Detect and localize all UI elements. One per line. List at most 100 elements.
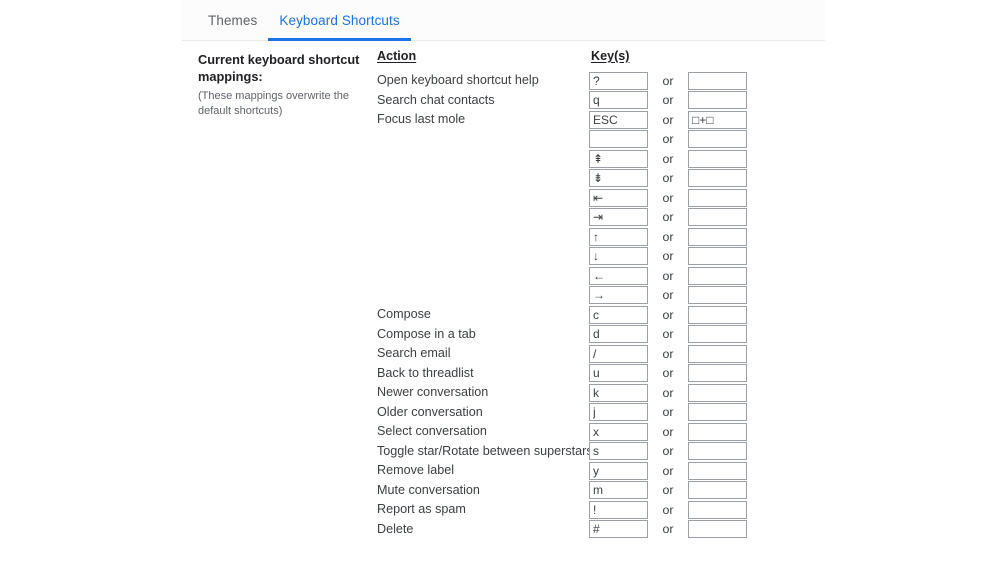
shortcut-or-label: or: [662, 385, 674, 400]
shortcut-key-alternate-input[interactable]: [688, 422, 747, 441]
shortcut-row: or: [377, 227, 817, 247]
shortcut-key-alternate-input[interactable]: [688, 442, 747, 461]
shortcut-row: Newer conversation or: [377, 383, 817, 403]
shortcut-key-alternate-input[interactable]: [688, 227, 747, 246]
shortcut-or-label: or: [662, 210, 674, 225]
tab-keyboard-shortcuts[interactable]: Keyboard Shortcuts: [268, 13, 411, 41]
shortcut-description-subtitle: (These mappings overwrite the default sh…: [198, 90, 350, 117]
shortcut-key-primary-input[interactable]: [589, 500, 648, 519]
shortcut-key-alternate-input[interactable]: [688, 266, 747, 285]
shortcut-key-primary-input[interactable]: [589, 481, 648, 500]
shortcut-key-alternate-input[interactable]: [688, 130, 747, 149]
shortcut-keys-group: or: [589, 247, 747, 267]
shortcut-key-alternate-input[interactable]: [688, 461, 747, 480]
shortcut-keys-group: or: [589, 169, 747, 189]
shortcut-key-primary-input[interactable]: [589, 266, 648, 285]
shortcut-key-alternate-input[interactable]: [688, 110, 747, 129]
shortcut-keys-group: or: [589, 500, 747, 520]
shortcut-keys-group: or: [589, 403, 747, 423]
shortcut-action-label: Open keyboard shortcut help: [377, 73, 539, 87]
shortcut-action-label: Back to threadlist: [377, 365, 474, 380]
shortcut-key-alternate-input[interactable]: [688, 286, 747, 305]
column-header-action: Action: [377, 49, 417, 63]
shortcut-row: Report as spam or: [377, 500, 817, 520]
shortcut-or-label: or: [662, 483, 674, 498]
shortcut-key-primary-input[interactable]: [589, 247, 648, 266]
shortcut-keys-group: or: [589, 344, 747, 364]
shortcut-or-label: or: [662, 444, 674, 459]
tab-label: Themes: [208, 12, 258, 28]
shortcut-key-alternate-input[interactable]: [688, 149, 747, 168]
shortcut-key-alternate-input[interactable]: [688, 91, 747, 110]
shortcut-key-primary-input[interactable]: [589, 383, 648, 402]
shortcut-key-alternate-input[interactable]: [688, 520, 747, 539]
shortcut-key-alternate-input[interactable]: [688, 71, 747, 90]
shortcut-key-alternate-input[interactable]: [688, 208, 747, 227]
shortcut-or-label: or: [662, 151, 674, 166]
shortcut-key-primary-input[interactable]: [589, 110, 648, 129]
shortcut-or-label: or: [662, 346, 674, 361]
shortcut-keys-group: or: [589, 208, 747, 228]
shortcut-key-alternate-input[interactable]: [688, 247, 747, 266]
shortcut-key-primary-input[interactable]: [589, 422, 648, 441]
shortcut-keys-group: or: [589, 325, 747, 345]
shortcut-key-primary-input[interactable]: [589, 461, 648, 480]
shortcut-key-alternate-input[interactable]: [688, 481, 747, 500]
shortcut-row: or: [377, 169, 817, 189]
shortcut-keys-group: or: [589, 364, 747, 384]
shortcut-key-primary-input[interactable]: [589, 442, 648, 461]
shortcut-key-primary-input[interactable]: [589, 305, 648, 324]
shortcut-key-alternate-input[interactable]: [688, 188, 747, 207]
shortcut-key-primary-input[interactable]: [589, 520, 648, 539]
shortcut-action-label: Remove label: [377, 463, 455, 477]
shortcut-key-alternate-input[interactable]: [688, 364, 747, 383]
shortcut-key-primary-input[interactable]: [589, 188, 648, 207]
shortcut-key-alternate-input[interactable]: [688, 383, 747, 402]
shortcut-action-label: Delete: [377, 521, 414, 536]
shortcut-row: Mute conversation or: [377, 481, 817, 501]
shortcut-key-primary-input[interactable]: [589, 286, 648, 305]
shortcut-row: Open keyboard shortcut help or: [377, 71, 817, 91]
shortcut-row: Back to threadlist or: [377, 364, 817, 384]
tab-active-indicator: [268, 38, 411, 41]
shortcut-row: or: [377, 130, 817, 150]
shortcut-keys-group: or: [589, 461, 747, 481]
shortcut-description-title: Current keyboard shortcut mappings:: [198, 52, 360, 84]
shortcut-key-primary-input[interactable]: [589, 325, 648, 344]
shortcut-action-label: Report as spam: [377, 502, 466, 516]
shortcut-row: or: [377, 208, 817, 228]
shortcut-key-primary-input[interactable]: [589, 71, 648, 90]
shortcut-keys-group: or: [589, 227, 747, 247]
shortcut-or-label: or: [662, 171, 674, 186]
shortcut-action-label: Compose in a tab: [377, 326, 476, 341]
shortcut-key-primary-input[interactable]: [589, 130, 648, 149]
shortcut-key-primary-input[interactable]: [589, 149, 648, 168]
shortcut-rows: Open keyboard shortcut helporSearch chat…: [377, 71, 817, 539]
shortcut-action-label: Search email: [377, 346, 451, 360]
shortcut-key-alternate-input[interactable]: [688, 403, 747, 422]
shortcut-key-alternate-input[interactable]: [688, 344, 747, 363]
shortcut-action-label: Mute conversation: [377, 482, 480, 497]
shortcut-keys-group: or: [589, 520, 747, 540]
shortcut-key-primary-input[interactable]: [589, 227, 648, 246]
tab-themes[interactable]: Themes: [197, 12, 268, 41]
shortcut-key-primary-input[interactable]: [589, 208, 648, 227]
shortcut-key-alternate-input[interactable]: [688, 305, 747, 324]
shortcut-key-primary-input[interactable]: [589, 169, 648, 188]
shortcut-key-primary-input[interactable]: [589, 403, 648, 422]
shortcut-key-alternate-input[interactable]: [688, 500, 747, 519]
shortcut-action-label: Search chat contacts: [377, 92, 495, 107]
shortcut-table-headers: Action Key(s): [377, 49, 817, 71]
shortcut-keys-group: or: [589, 149, 747, 169]
shortcut-action-label: Compose: [377, 307, 431, 321]
shortcut-row: Compose or: [377, 305, 817, 325]
shortcut-row: Delete or: [377, 520, 817, 540]
shortcut-key-primary-input[interactable]: [589, 364, 648, 383]
shortcut-key-primary-input[interactable]: [589, 344, 648, 363]
shortcut-key-alternate-input[interactable]: [688, 169, 747, 188]
shortcut-or-label: or: [662, 190, 674, 205]
shortcut-key-primary-input[interactable]: [589, 91, 648, 110]
shortcut-or-label: or: [662, 112, 674, 127]
shortcut-key-alternate-input[interactable]: [688, 325, 747, 344]
shortcut-or-label: or: [662, 424, 674, 439]
